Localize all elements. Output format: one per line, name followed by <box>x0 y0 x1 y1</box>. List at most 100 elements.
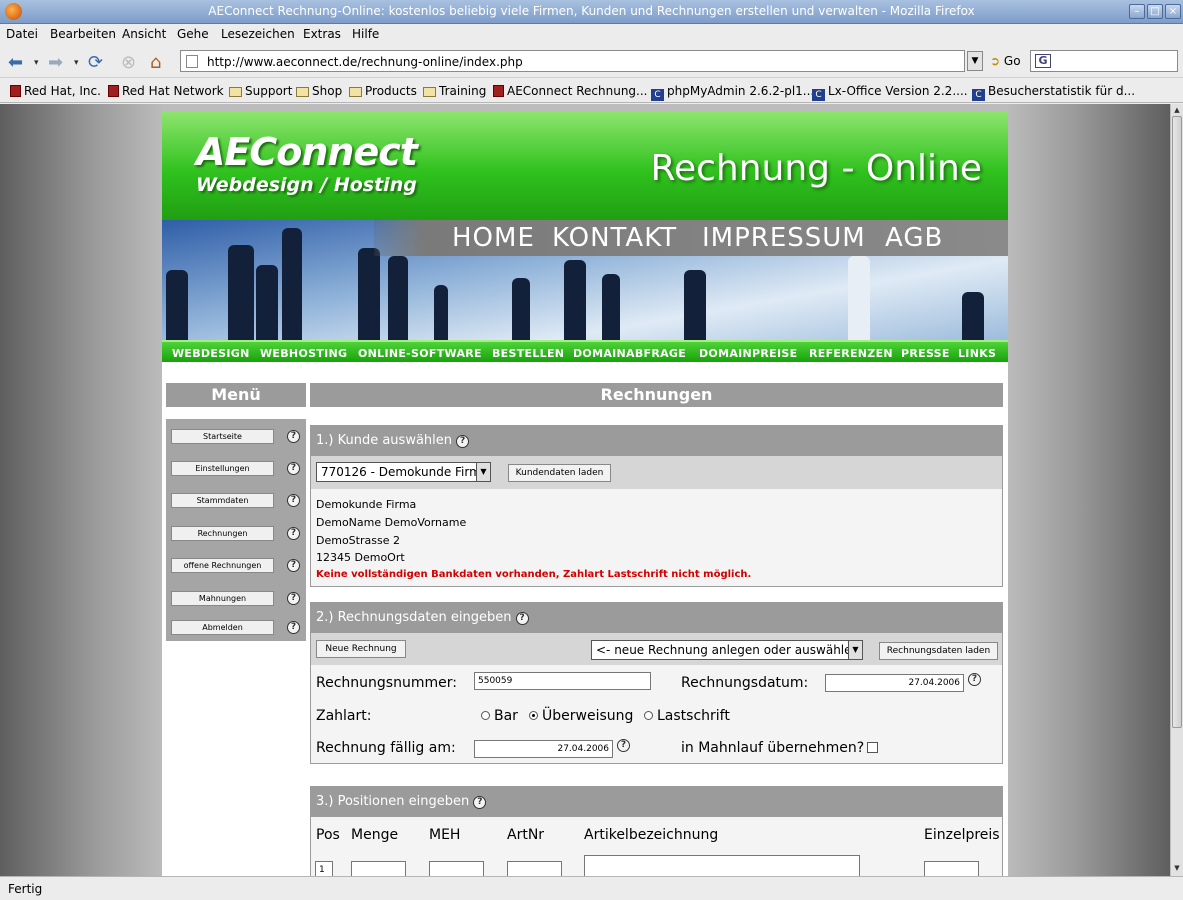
unit-price-input[interactable] <box>924 861 979 876</box>
close-icon[interactable]: × <box>1165 4 1181 19</box>
bookmark-folder-support[interactable]: Support <box>229 84 292 98</box>
nav-presse[interactable]: PRESSE <box>901 347 950 360</box>
redhat-icon <box>108 85 119 97</box>
load-invoice-button[interactable]: Rechnungsdaten laden <box>879 642 998 660</box>
chevron-down-icon: ▼ <box>476 463 490 481</box>
load-customer-button[interactable]: Kundendaten laden <box>508 464 611 482</box>
home-icon[interactable]: ⌂ <box>150 52 161 73</box>
due-date-input[interactable]: 27.04.2006 <box>474 740 613 758</box>
maximize-icon[interactable]: □ <box>1147 4 1163 19</box>
bookmark-folder-products[interactable]: Products <box>349 84 417 98</box>
help-icon[interactable]: ? <box>287 494 300 507</box>
menu-mahnungen-button[interactable]: Mahnungen <box>171 591 274 606</box>
menu-abmelden-button[interactable]: Abmelden <box>171 620 274 635</box>
unit-input[interactable] <box>429 861 484 876</box>
menu-offene-rechnungen-button[interactable]: offene Rechnungen <box>171 558 274 573</box>
quantity-input[interactable] <box>351 861 406 876</box>
bookmark-red-hat-network[interactable]: Red Hat Network <box>108 84 224 98</box>
help-icon[interactable]: ? <box>287 430 300 443</box>
bookmark-red-hat-inc[interactable]: Red Hat, Inc. <box>10 84 101 98</box>
scrollbar-thumb[interactable] <box>1172 116 1182 728</box>
new-invoice-button[interactable]: Neue Rechnung <box>316 640 406 658</box>
reload-icon[interactable]: ⟳ <box>88 52 103 73</box>
menu-startseite-button[interactable]: Startseite <box>171 429 274 444</box>
sidebar-menu: Startseite ? Einstellungen ? Stammdaten … <box>166 419 306 641</box>
menu-gehe[interactable]: Gehe <box>177 27 209 41</box>
menu-einstellungen-button[interactable]: Einstellungen <box>171 461 274 476</box>
help-icon[interactable]: ? <box>287 527 300 540</box>
nav-links[interactable]: LINKS <box>958 347 996 360</box>
forward-icon[interactable]: ➡ <box>48 52 63 73</box>
nav-kontakt[interactable]: KONTAKT <box>552 223 677 253</box>
nav-domainpreise[interactable]: DOMAINPREISE <box>699 347 797 360</box>
customer-select[interactable]: 770126 - Demokunde Firma ▼ <box>316 462 491 482</box>
nav-agb[interactable]: AGB <box>885 223 943 253</box>
bookmark-phpmyadmin[interactable]: CphpMyAdmin 2.6.2-pl1... <box>651 84 814 101</box>
forward-dropdown-icon[interactable]: ▾ <box>74 58 79 68</box>
invoice-select[interactable]: <- neue Rechnung anlegen oder auswählen … <box>591 640 863 660</box>
url-field[interactable]: http://www.aeconnect.de/rechnung-online/… <box>180 50 965 72</box>
help-icon[interactable]: ? <box>287 462 300 475</box>
vertical-scrollbar[interactable]: ▲ ▼ <box>1170 104 1183 876</box>
menu-stammdaten-button[interactable]: Stammdaten <box>171 493 274 508</box>
scroll-up-icon[interactable]: ▲ <box>1172 105 1182 115</box>
menu-datei[interactable]: Datei <box>6 27 38 41</box>
menu-ansicht[interactable]: Ansicht <box>122 27 166 41</box>
dunning-checkbox[interactable] <box>867 742 878 753</box>
stop-icon[interactable]: ⊗ <box>121 52 136 73</box>
invoice-date-label: Rechnungsdatum: <box>681 675 809 691</box>
back-dropdown-icon[interactable]: ▾ <box>34 58 39 68</box>
nav-referenzen[interactable]: REFERENZEN <box>809 347 893 360</box>
help-icon[interactable]: ? <box>287 621 300 634</box>
radio-icon <box>644 711 653 720</box>
bookmark-folder-shop[interactable]: Shop <box>296 84 342 98</box>
help-icon[interactable]: ? <box>968 673 981 686</box>
menu-extras[interactable]: Extras <box>303 27 341 41</box>
article-description-textarea[interactable] <box>584 855 860 876</box>
invoice-number-input[interactable]: 550059 <box>474 672 651 690</box>
help-icon[interactable]: ? <box>287 592 300 605</box>
navigation-toolbar: ⬅ ▾ ➡ ▾ ⟳ ⊗ ⌂ http://www.aeconnect.de/re… <box>0 46 1183 78</box>
redhat-icon <box>493 85 504 97</box>
nav-impressum[interactable]: IMPRESSUM <box>702 223 866 253</box>
help-icon[interactable]: ? <box>515 612 529 625</box>
column-meh: MEH <box>429 827 461 843</box>
url-dropdown-icon[interactable]: ▼ <box>967 51 983 71</box>
menu-rechnungen-button[interactable]: Rechnungen <box>171 526 274 541</box>
bookmark-folder-training[interactable]: Training <box>423 84 486 98</box>
menu-bearbeiten[interactable]: Bearbeiten <box>50 27 116 41</box>
position-number-input[interactable]: 1 <box>315 861 333 876</box>
nav-bestellen[interactable]: BESTELLEN <box>492 347 564 360</box>
scroll-down-icon[interactable]: ▼ <box>1172 863 1182 873</box>
nav-domainabfrage[interactable]: DOMAINABFRAGE <box>573 347 686 360</box>
invoice-number-label: Rechnungsnummer: <box>316 675 457 691</box>
payment-option-lastschrift[interactable]: Lastschrift <box>644 708 730 724</box>
minimize-icon[interactable]: – <box>1129 4 1145 19</box>
bookmark-lx-office[interactable]: C Lx-Office Version 2.2.... <box>812 84 968 101</box>
help-icon[interactable]: ? <box>287 559 300 572</box>
site-logo[interactable]: AEConnect <box>196 130 418 174</box>
status-text: Fertig <box>8 882 43 896</box>
nav-online-software[interactable]: ONLINE-SOFTWARE <box>358 347 482 360</box>
back-icon[interactable]: ⬅ <box>8 52 23 73</box>
site-header: AEConnect Webdesign / Hosting Rechnung -… <box>162 112 1008 220</box>
help-icon[interactable]: ? <box>473 796 487 809</box>
payment-option-ueberweisung[interactable]: Überweisung <box>529 708 633 724</box>
help-icon[interactable]: ? <box>456 435 470 448</box>
invoice-date-input[interactable]: 27.04.2006 <box>825 674 964 692</box>
due-date-label: Rechnung fällig am: <box>316 740 456 756</box>
main-heading: Rechnungen <box>310 383 1003 407</box>
nav-home[interactable]: HOME <box>452 223 535 253</box>
help-icon[interactable]: ? <box>617 739 630 752</box>
payment-option-bar[interactable]: Bar <box>481 708 518 724</box>
go-button[interactable]: ➲ Go <box>990 54 1021 68</box>
bookmark-aeconnect[interactable]: AEConnect Rechnung... <box>493 84 647 98</box>
window-title: AEConnect Rechnung-Online: kostenlos bel… <box>208 4 975 18</box>
nav-webhosting[interactable]: WEBHOSTING <box>260 347 347 360</box>
article-number-input[interactable] <box>507 861 562 876</box>
menu-lesezeichen[interactable]: Lesezeichen <box>221 27 295 41</box>
menu-hilfe[interactable]: Hilfe <box>352 27 379 41</box>
bookmark-besucherstatistik[interactable]: C Besucherstatistik für d... <box>972 84 1135 101</box>
search-field[interactable]: G <box>1030 50 1178 72</box>
nav-webdesign[interactable]: WEBDESIGN <box>172 347 250 360</box>
